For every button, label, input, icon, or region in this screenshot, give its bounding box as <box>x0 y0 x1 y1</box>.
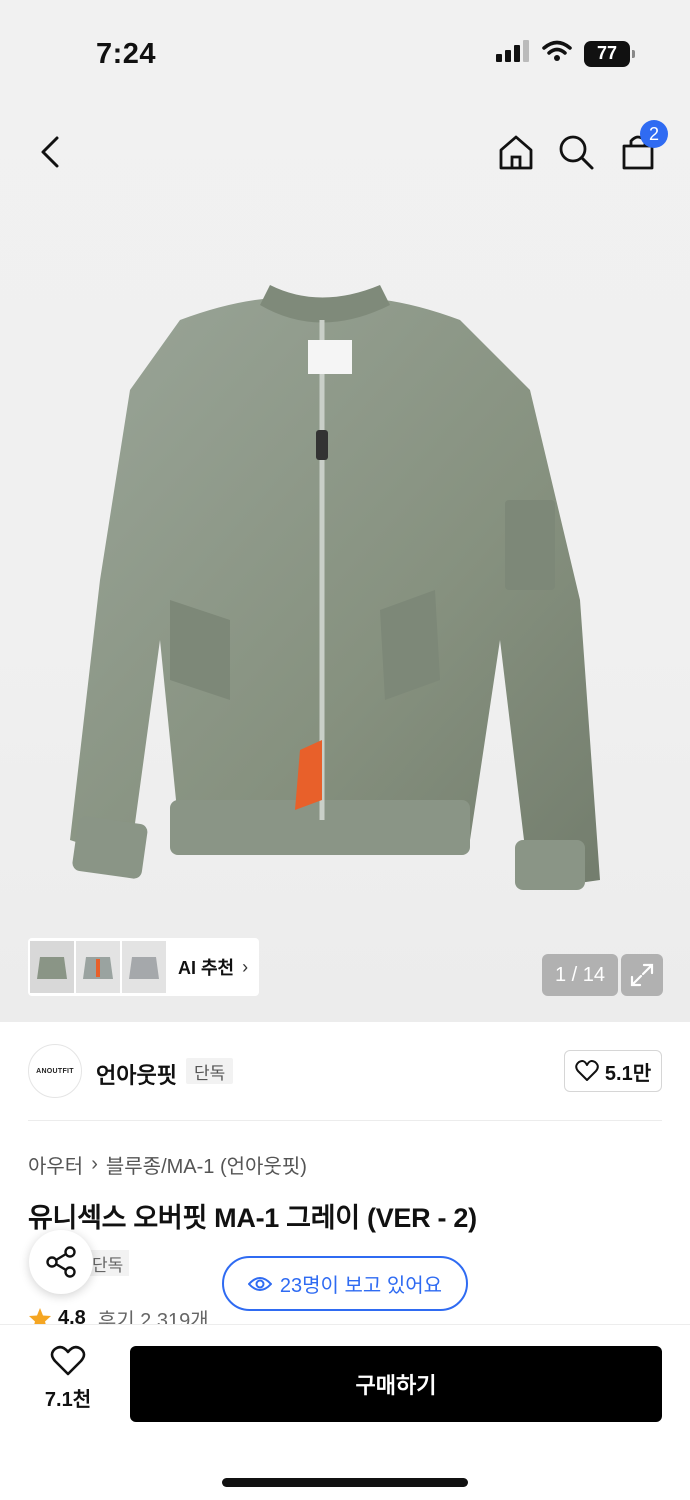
ai-recommend-label: AI 추천 <box>178 958 235 978</box>
brand-like-button[interactable]: 5.1만 <box>564 1050 662 1092</box>
cart-count-badge: 2 <box>640 120 668 148</box>
product-image[interactable] <box>60 280 620 920</box>
search-button[interactable] <box>552 128 600 176</box>
image-counter: 1 / 14 <box>542 954 618 996</box>
buy-button[interactable]: 구매하기 <box>130 1346 662 1422</box>
breadcrumb-separator: › <box>91 1153 98 1175</box>
status-icons: 77 <box>496 40 635 67</box>
wishlist-button[interactable]: 7.1천 <box>28 1345 108 1425</box>
thumbnail-2[interactable] <box>76 941 120 993</box>
home-indicator <box>222 1478 468 1487</box>
brand-like-count: 5.1만 <box>604 1062 652 1085</box>
brand-row: ANOUTFIT 언아웃핏 단독 5.1만 <box>28 1044 662 1100</box>
chevron-right-icon: › <box>242 956 249 977</box>
cart-button[interactable]: 2 <box>614 120 668 176</box>
product-title: 유니섹스 오버핏 MA-1 그레이 (VER - 2) <box>28 1203 477 1233</box>
share-icon <box>46 1246 76 1278</box>
divider <box>28 1120 662 1121</box>
ai-recommend-strip[interactable]: AI 추천 › <box>28 938 259 996</box>
thumbnail-3[interactable] <box>122 941 166 993</box>
breadcrumb-item-outer[interactable]: 아우터 <box>28 1150 83 1179</box>
expand-button[interactable] <box>621 954 663 996</box>
product-hero: 7:24 77 2 AI 추천 › 1 / 14 <box>0 0 690 1022</box>
exclusive-tag: 단독 <box>186 1058 234 1084</box>
viewers-badge: 23명이 보고 있어요 <box>222 1256 468 1311</box>
breadcrumb-item-blouson[interactable]: 블루종/MA-1 (언아웃핏) <box>106 1150 307 1179</box>
wishlist-count: 7.1천 <box>44 1389 92 1411</box>
heart-icon <box>575 1060 599 1081</box>
signal-icon <box>496 40 530 67</box>
heart-icon <box>50 1345 86 1376</box>
eye-icon <box>247 1276 272 1291</box>
wifi-icon <box>542 40 572 67</box>
battery-indicator: 77 <box>584 40 635 67</box>
share-button[interactable] <box>29 1230 93 1294</box>
back-button[interactable] <box>26 128 74 176</box>
thumbnail-1[interactable] <box>30 941 74 993</box>
search-icon <box>559 135 594 170</box>
status-time: 7:24 <box>96 38 157 70</box>
brand-logo[interactable]: ANOUTFIT <box>28 1044 82 1098</box>
breadcrumb: 아우터 › 블루종/MA-1 (언아웃핏) <box>28 1150 307 1179</box>
expand-icon <box>630 963 654 987</box>
bottom-action-bar: 7.1천 구매하기 <box>0 1324 690 1500</box>
viewers-text: 23명이 보고 있어요 <box>279 1275 443 1297</box>
status-bar: 7:24 77 <box>0 0 690 110</box>
brand-name[interactable]: 언아웃핏 <box>96 1058 177 1090</box>
home-icon <box>499 135 533 170</box>
top-navigation: 2 <box>0 120 690 184</box>
chevron-left-icon <box>41 136 59 168</box>
home-button[interactable] <box>492 128 540 176</box>
